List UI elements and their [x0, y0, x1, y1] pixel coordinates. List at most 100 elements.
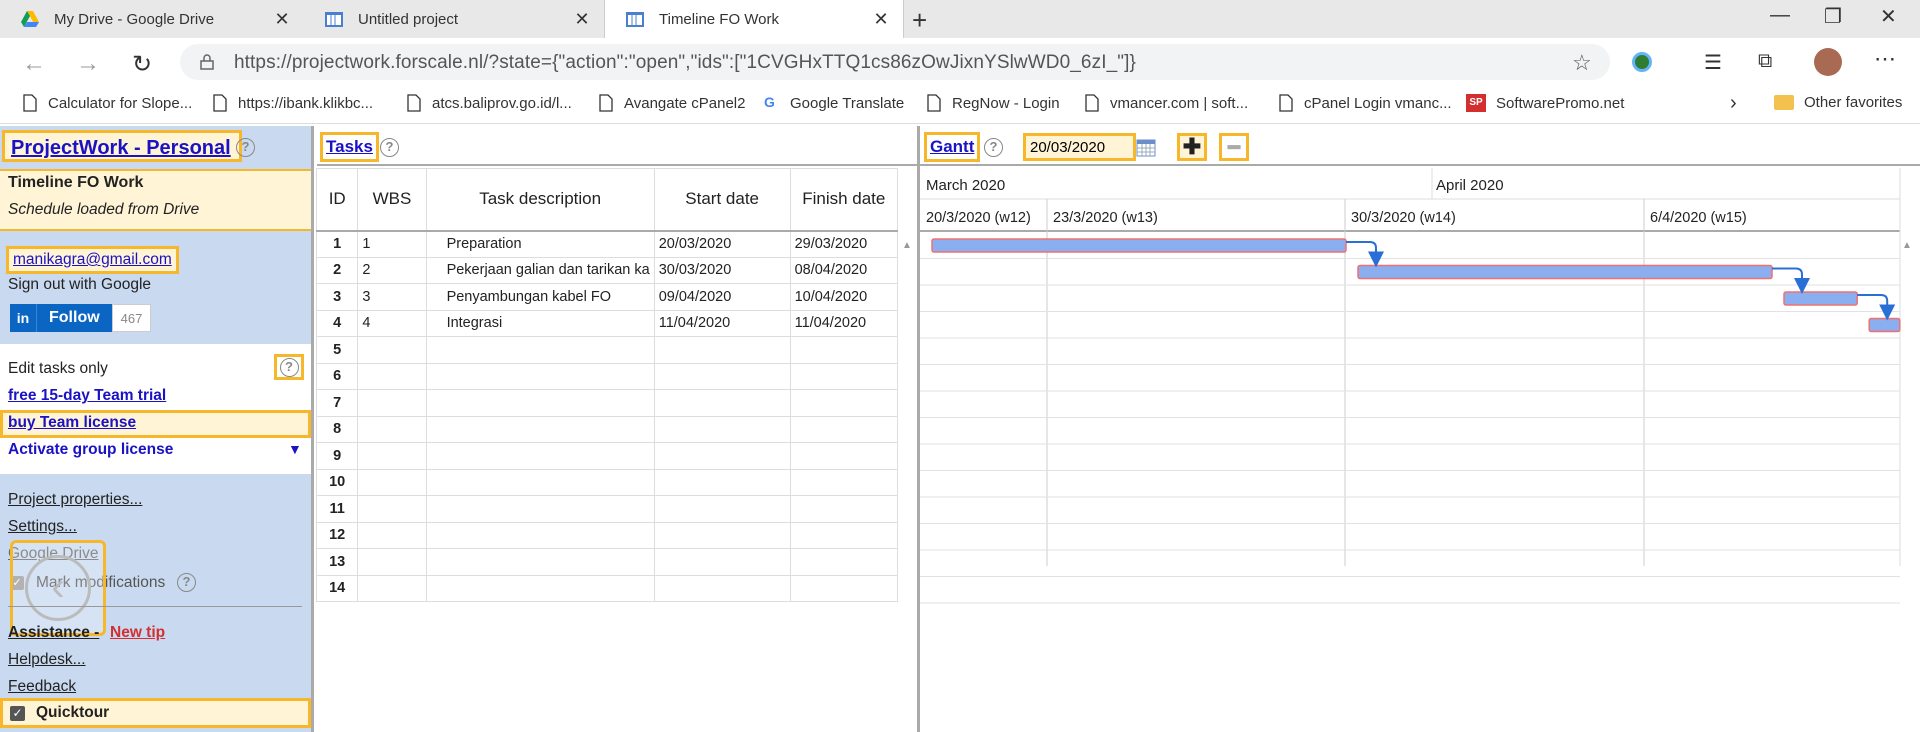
- close-icon[interactable]: ✕: [871, 9, 891, 30]
- quicktour-checkbox[interactable]: ✓: [10, 706, 25, 721]
- start-date-cell[interactable]: [653, 389, 791, 417]
- start-date-cell[interactable]: 11/04/2020: [653, 309, 791, 337]
- star-icon[interactable]: ☆: [1572, 50, 1592, 76]
- bookmark-item[interactable]: Calculator for Slope...: [22, 94, 192, 112]
- task-description-cell[interactable]: [425, 495, 655, 523]
- task-id-cell[interactable]: 8: [315, 415, 359, 443]
- wbs-cell[interactable]: 4: [357, 309, 427, 337]
- gantt-task-bar[interactable]: [1868, 317, 1901, 333]
- task-id-cell[interactable]: 13: [315, 548, 359, 576]
- start-date-cell[interactable]: [653, 442, 791, 470]
- wbs-cell[interactable]: [357, 495, 427, 523]
- other-favorites[interactable]: Other favorites: [1774, 94, 1902, 111]
- scroll-up-icon[interactable]: ▲: [1902, 240, 1912, 251]
- table-row[interactable]: 14: [315, 574, 899, 602]
- table-row[interactable]: 4 4 Integrasi 11/04/2020 11/04/2020: [315, 309, 899, 337]
- task-id-cell[interactable]: 3: [315, 283, 359, 311]
- finish-date-cell[interactable]: [789, 548, 899, 576]
- wbs-cell[interactable]: [357, 574, 427, 602]
- gantt-task-bar[interactable]: [1357, 264, 1773, 280]
- task-id-cell[interactable]: 6: [315, 362, 359, 390]
- chevron-down-icon[interactable]: ▼: [288, 441, 302, 457]
- tasks-link[interactable]: Tasks: [320, 132, 379, 162]
- column-header[interactable]: Finish date: [789, 168, 899, 232]
- settings-link[interactable]: Settings...: [8, 518, 77, 536]
- gantt-link[interactable]: Gantt: [924, 132, 981, 162]
- wbs-cell[interactable]: [357, 336, 427, 364]
- task-id-cell[interactable]: 5: [315, 336, 359, 364]
- task-id-cell[interactable]: 10: [315, 468, 359, 496]
- table-row[interactable]: 3 3 Penyambungan kabel FO 09/04/2020 10/04/2…: [315, 283, 899, 311]
- team-trial-link[interactable]: free 15-day Team trial: [8, 387, 166, 405]
- bookmark-item[interactable]: Avangate cPanel2: [598, 94, 746, 112]
- new-tab-button[interactable]: +: [912, 5, 927, 36]
- bookmark-item[interactable]: G Google Translate: [764, 94, 904, 112]
- user-email-link[interactable]: manikagra@gmail.com: [6, 246, 179, 274]
- help-icon[interactable]: ?: [380, 138, 399, 157]
- help-icon[interactable]: ?: [177, 573, 196, 592]
- finish-date-cell[interactable]: [789, 574, 899, 602]
- column-header[interactable]: Start date: [653, 168, 791, 232]
- refresh-icon[interactable]: ↻: [132, 50, 152, 79]
- zoom-in-button[interactable]: ✚: [1177, 133, 1207, 161]
- wbs-cell[interactable]: 1: [357, 230, 427, 258]
- bookmark-item[interactable]: SP SoftwarePromo.net: [1466, 94, 1624, 112]
- app-title-link[interactable]: ProjectWork - Personal: [2, 130, 242, 162]
- finish-date-cell[interactable]: 10/04/2020: [789, 283, 899, 311]
- tab-untitled-project[interactable]: Untitled project ✕: [304, 0, 604, 38]
- bookmark-item[interactable]: vmancer.com | soft...: [1084, 94, 1248, 112]
- finish-date-cell[interactable]: [789, 521, 899, 549]
- finish-date-cell[interactable]: [789, 495, 899, 523]
- table-row[interactable]: 12: [315, 521, 899, 549]
- start-date-cell[interactable]: [653, 415, 791, 443]
- minimize-button[interactable]: —: [1770, 4, 1790, 27]
- feedback-link[interactable]: Feedback: [8, 678, 76, 696]
- bookmark-item[interactable]: RegNow - Login: [926, 94, 1060, 112]
- start-date-cell[interactable]: [653, 362, 791, 390]
- bookmark-item[interactable]: https://ibank.klikbc...: [212, 94, 373, 112]
- task-description-cell[interactable]: [425, 336, 655, 364]
- group-license-link[interactable]: Activate group license: [8, 441, 173, 459]
- task-id-cell[interactable]: 12: [315, 521, 359, 549]
- task-description-cell[interactable]: [425, 468, 655, 496]
- close-icon[interactable]: ✕: [272, 9, 292, 30]
- finish-date-cell[interactable]: [789, 415, 899, 443]
- table-row[interactable]: 6: [315, 362, 899, 390]
- project-properties-link[interactable]: Project properties...: [8, 491, 142, 509]
- column-header[interactable]: Task description: [425, 168, 655, 232]
- sign-out-link[interactable]: Sign out with Google: [8, 276, 151, 294]
- zoom-out-button[interactable]: ━: [1219, 133, 1249, 161]
- gantt-task-bar[interactable]: [931, 238, 1347, 253]
- task-description-cell[interactable]: [425, 521, 655, 549]
- calendar-icon[interactable]: [1136, 137, 1156, 157]
- wbs-cell[interactable]: [357, 362, 427, 390]
- finish-date-cell[interactable]: [789, 468, 899, 496]
- wbs-cell[interactable]: [357, 548, 427, 576]
- start-date-cell[interactable]: [653, 574, 791, 602]
- task-description-cell[interactable]: [425, 415, 655, 443]
- table-row[interactable]: 11: [315, 495, 899, 523]
- start-date-cell[interactable]: [653, 336, 791, 364]
- task-id-cell[interactable]: 11: [315, 495, 359, 523]
- task-description-cell[interactable]: [425, 548, 655, 576]
- start-date-cell[interactable]: 20/03/2020: [653, 230, 791, 258]
- start-date-cell[interactable]: [653, 468, 791, 496]
- finish-date-cell[interactable]: [789, 362, 899, 390]
- finish-date-cell[interactable]: [789, 389, 899, 417]
- task-id-cell[interactable]: 14: [315, 574, 359, 602]
- start-date-cell[interactable]: 09/04/2020: [653, 283, 791, 311]
- table-row[interactable]: 1 1 Preparation 20/03/2020 29/03/2020: [315, 230, 899, 258]
- dependency-link[interactable]: [1857, 294, 1896, 321]
- task-description-cell[interactable]: Integrasi: [425, 309, 655, 337]
- table-row[interactable]: 13: [315, 548, 899, 576]
- new-tip-link[interactable]: New tip: [110, 624, 165, 642]
- buy-license-link[interactable]: buy Team license: [8, 414, 136, 432]
- task-description-cell[interactable]: Preparation: [425, 230, 655, 258]
- help-icon[interactable]: ?: [236, 138, 255, 157]
- start-date-cell[interactable]: 30/03/2020: [653, 256, 791, 284]
- back-icon[interactable]: ←: [22, 50, 46, 78]
- table-row[interactable]: 2 2 Pekerjaan galian dan tarikan ka 30/03/2…: [315, 256, 899, 284]
- gantt-start-date-input[interactable]: [1023, 133, 1136, 161]
- task-id-cell[interactable]: 4: [315, 309, 359, 337]
- close-window-button[interactable]: ✕: [1880, 4, 1897, 29]
